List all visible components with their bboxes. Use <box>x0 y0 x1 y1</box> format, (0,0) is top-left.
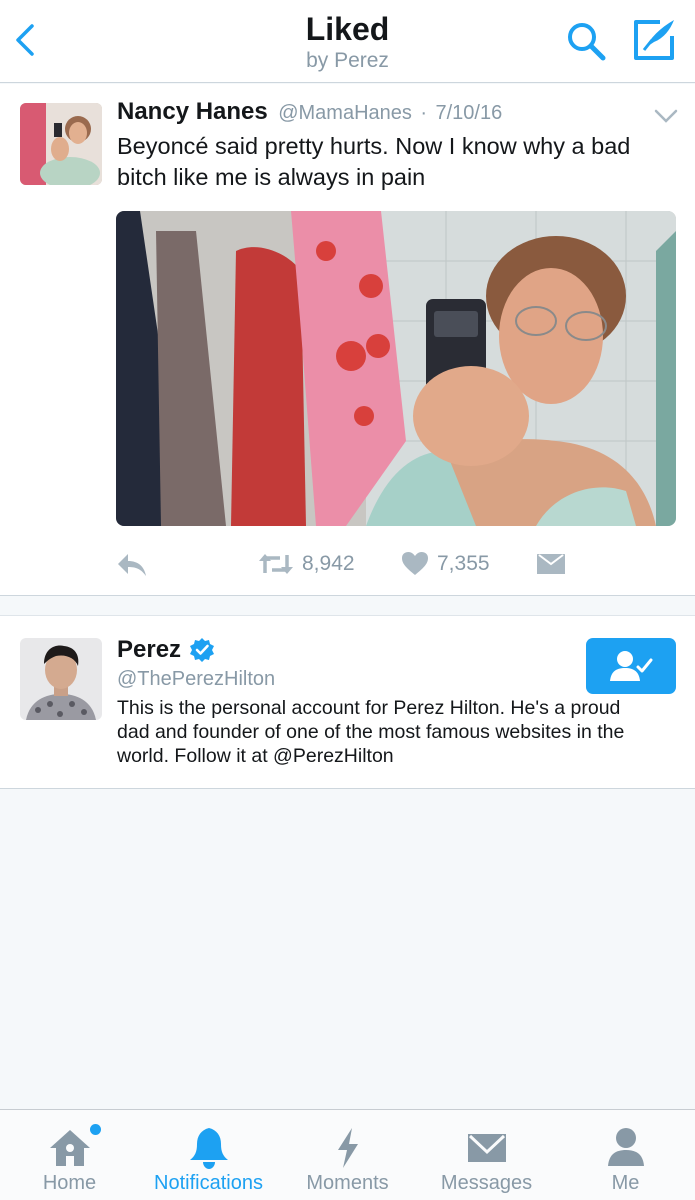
person-check-icon <box>610 651 653 681</box>
like-count: 7,355 <box>437 552 490 575</box>
envelope-icon <box>467 1134 506 1162</box>
person-icon <box>607 1128 644 1166</box>
search-button[interactable] <box>563 18 609 64</box>
lightning-icon <box>337 1128 358 1168</box>
verified-badge-icon <box>190 638 215 662</box>
tab-label: Me <box>611 1172 640 1194</box>
tab-label: Messages <box>440 1172 533 1194</box>
home-icon <box>49 1130 90 1166</box>
tweet-header: Nancy Hanes @MamaHanes · 7/10/16 <box>117 98 677 130</box>
user-bio: This is the personal account for Perez H… <box>117 697 625 767</box>
compose-button[interactable] <box>630 16 680 64</box>
tab-bar: Home Notifications Moments Messages Me <box>0 1109 695 1200</box>
tab-label: Notifications <box>154 1172 263 1194</box>
tab-me[interactable]: Me <box>556 1110 695 1200</box>
tab-home[interactable]: Home <box>0 1110 139 1200</box>
retweet-button[interactable]: 8,942 <box>258 546 355 582</box>
retweet-icon <box>259 554 293 574</box>
avatar-image <box>20 638 102 720</box>
tab-notifications[interactable]: Notifications <box>139 1110 278 1200</box>
user-avatar[interactable] <box>20 638 102 720</box>
retweet-count: 8,942 <box>302 552 355 575</box>
meta-separator: · <box>420 102 428 124</box>
photo-image <box>116 211 676 526</box>
tab-label: Moments <box>306 1172 389 1194</box>
tweet-text: Beyoncé said pretty hurts. Now I know wh… <box>117 133 631 190</box>
reply-icon <box>118 554 146 576</box>
user-handle[interactable]: @ThePerezHilton <box>117 668 275 691</box>
bell-icon <box>189 1128 228 1169</box>
tweet-avatar[interactable] <box>20 103 102 185</box>
like-button[interactable]: 7,355 <box>401 546 490 582</box>
avatar-image <box>20 103 102 185</box>
reply-button[interactable] <box>116 546 148 582</box>
user-name-row: Perez <box>117 636 215 664</box>
tweet-actions: 8,942 7,355 <box>116 546 676 582</box>
dm-share-button[interactable] <box>536 546 566 582</box>
tweet-date: 7/10/16 <box>435 102 503 124</box>
tab-label: Home <box>42 1172 97 1194</box>
tweet-photo[interactable] <box>116 211 676 526</box>
author-handle[interactable]: @MamaHanes <box>278 102 412 124</box>
tweet-card[interactable]: Nancy Hanes @MamaHanes · 7/10/16 Beyoncé… <box>0 84 695 596</box>
following-button[interactable] <box>586 638 676 694</box>
tweet-menu-button[interactable] <box>653 106 679 126</box>
tab-moments[interactable]: Moments <box>278 1110 417 1200</box>
envelope-icon <box>537 554 565 574</box>
heart-icon <box>402 552 428 575</box>
compose-icon <box>634 20 674 60</box>
tab-messages[interactable]: Messages <box>417 1110 556 1200</box>
author-name[interactable]: Nancy Hanes <box>117 98 268 125</box>
search-icon <box>568 23 606 61</box>
chevron-down-icon <box>654 109 678 123</box>
user-card[interactable]: Perez @ThePerezHilton This is the person… <box>0 615 695 789</box>
user-name[interactable]: Perez <box>117 636 181 664</box>
home-badge-dot <box>90 1124 101 1135</box>
nav-header: Liked by Perez <box>0 0 695 83</box>
